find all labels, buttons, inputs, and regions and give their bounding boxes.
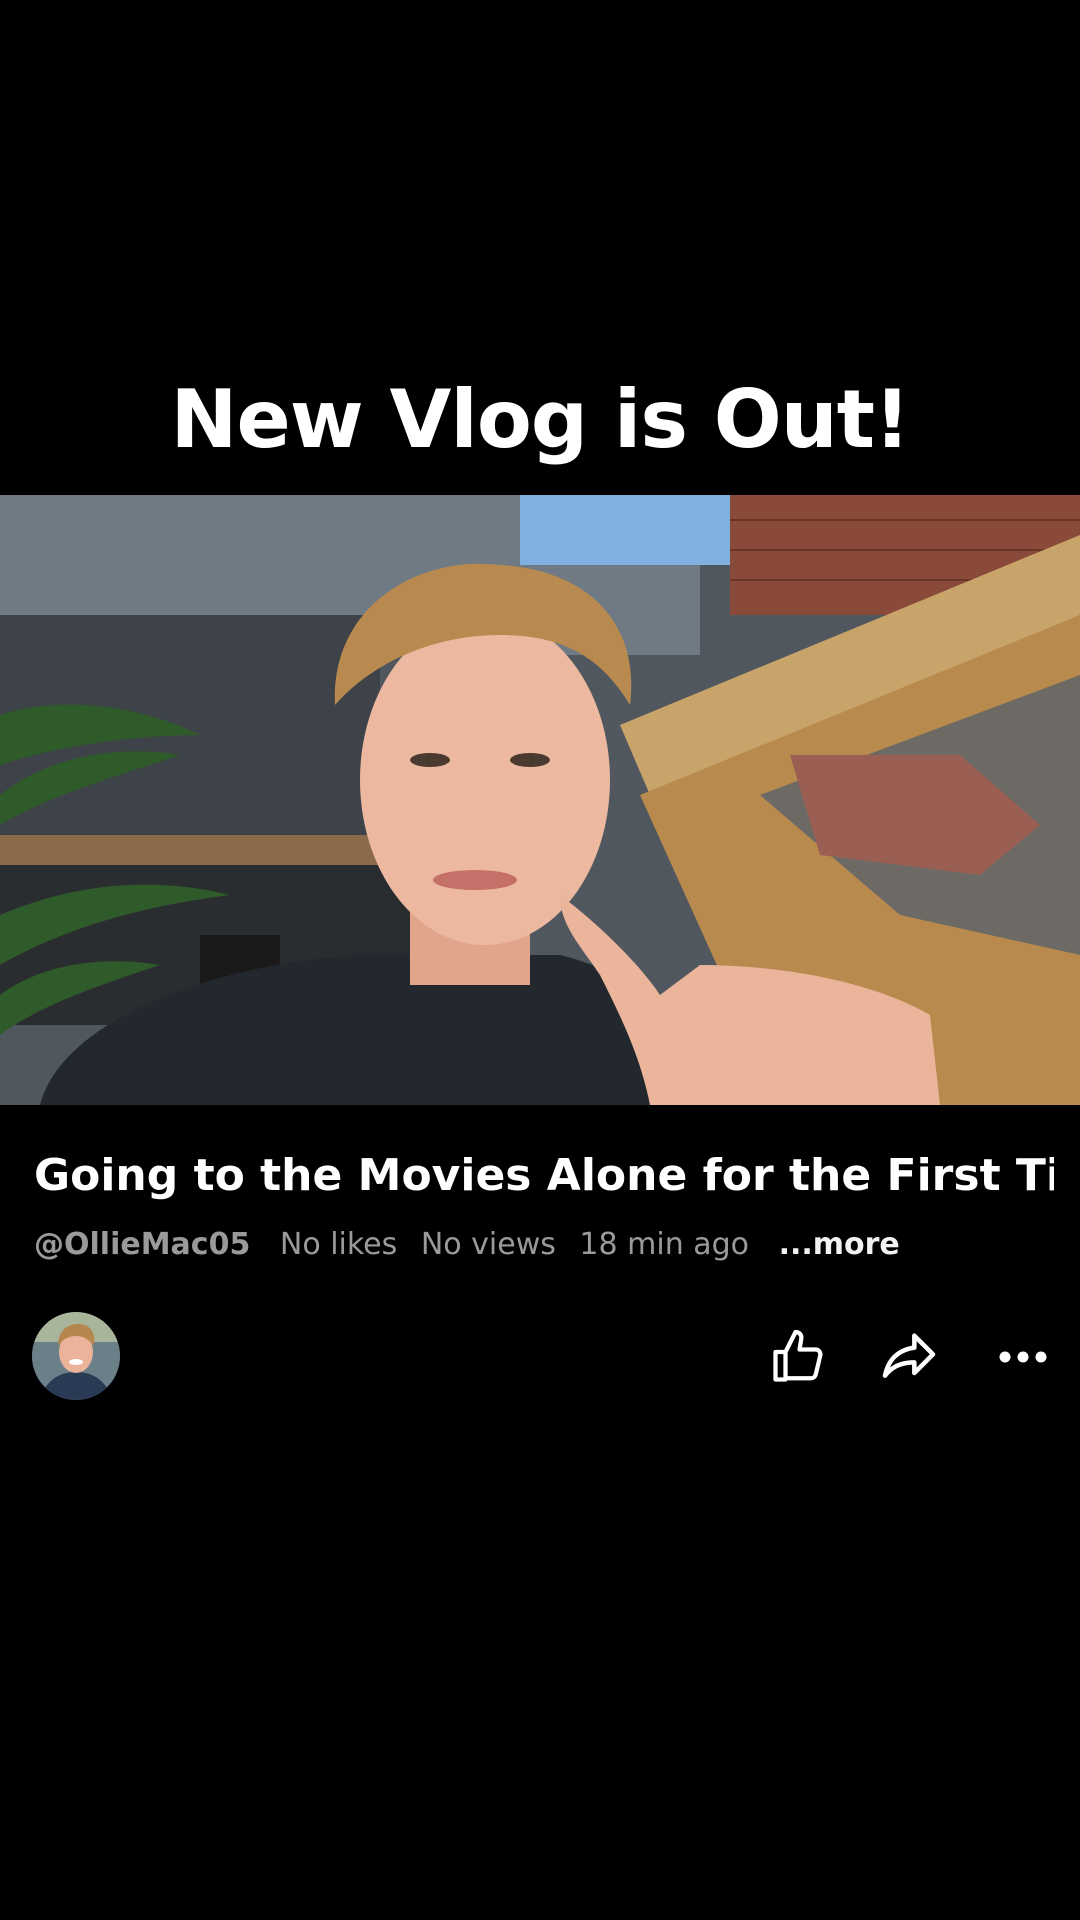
video-player[interactable]	[0, 495, 1080, 1105]
more-description-link[interactable]: ...more	[779, 1227, 900, 1262]
views-count: No views	[420, 1227, 556, 1262]
more-options-icon	[999, 1351, 1047, 1363]
likes-count: No likes	[279, 1227, 398, 1262]
video-thumbnail	[0, 495, 1080, 1105]
thumbs-up-icon	[773, 1329, 823, 1382]
upload-time: 18 min ago	[579, 1227, 750, 1262]
more-options-button[interactable]	[988, 1322, 1058, 1392]
vlog-headline: New Vlog is Out!	[170, 373, 911, 466]
avatar-photo	[32, 1312, 120, 1400]
share-icon	[882, 1333, 936, 1378]
channel-handle[interactable]: @OllieMac05	[34, 1227, 250, 1262]
video-meta: @OllieMac05 No likes No views 18 min ago…	[34, 1225, 914, 1265]
share-button[interactable]	[874, 1322, 944, 1392]
like-button[interactable]	[763, 1322, 833, 1392]
channel-avatar[interactable]	[32, 1312, 120, 1400]
video-title[interactable]: Going to the Movies Alone for the First …	[34, 1148, 1054, 1204]
